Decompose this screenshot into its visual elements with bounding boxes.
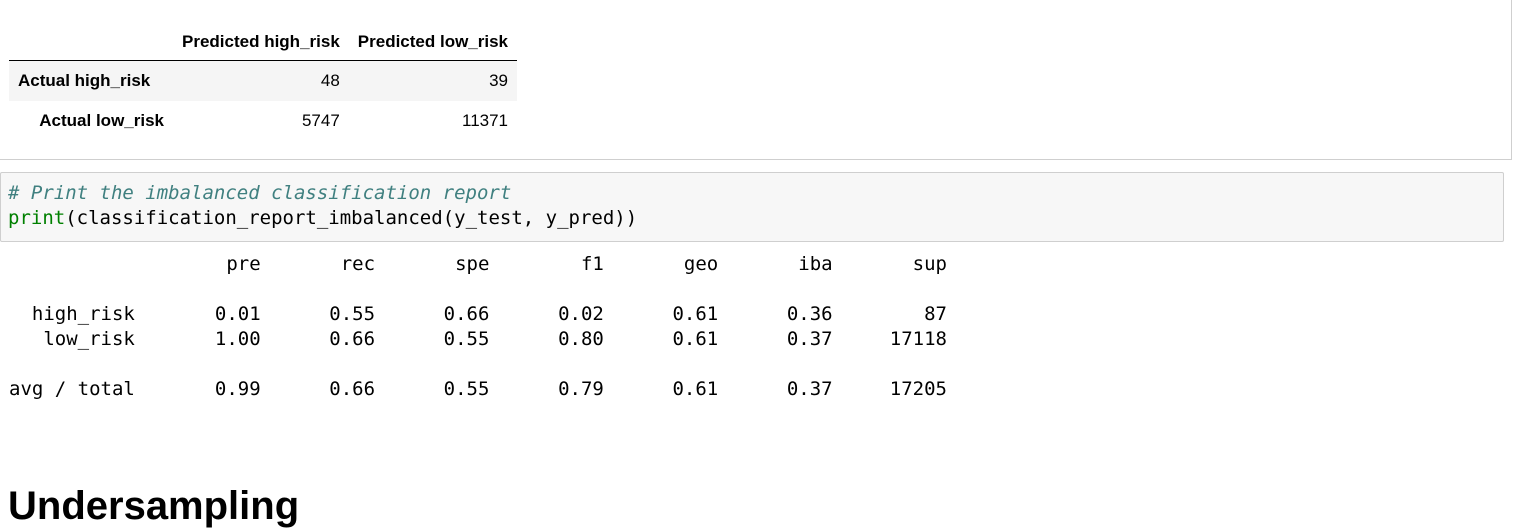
column-header: Predicted low_risk: [348, 23, 518, 61]
dataframe-output: Predicted high_risk Predicted low_risk A…: [0, 0, 1512, 160]
confusion-matrix-table: Predicted high_risk Predicted low_risk A…: [9, 23, 518, 141]
report-line-low-risk: low_risk 1.00 0.66 0.55 0.80 0.61 0.37 1…: [9, 328, 947, 350]
code-input-cell[interactable]: # Print the imbalanced classification re…: [0, 172, 1504, 242]
report-line-avg-total: avg / total 0.99 0.66 0.55 0.79 0.61 0.3…: [9, 378, 947, 400]
table-row: Actual low_risk 5747 11371: [9, 101, 517, 141]
table-cell: 5747: [301, 111, 340, 130]
section-heading: Undersampling: [8, 484, 300, 528]
table-cell: 48: [320, 71, 340, 90]
row-header: Actual low_risk: [39, 111, 164, 130]
table-cell: 39: [489, 71, 509, 90]
report-line-high-risk: high_risk 0.01 0.55 0.66 0.02 0.61 0.36 …: [9, 303, 947, 325]
report-blank-line: [9, 352, 947, 377]
table-row: Actual high_risk 48 39: [9, 60, 518, 101]
classification-report-output: pre rec spe f1 geo iba sup high_risk 0.0…: [9, 252, 947, 402]
code-builtin: print: [8, 207, 66, 229]
code-expression: (classification_report_imbalanced(y_test…: [65, 207, 638, 229]
report-blank-line: [9, 277, 947, 302]
table-cell: 11371: [462, 111, 509, 130]
code-comment: # Print the imbalanced classification re…: [8, 182, 512, 204]
table-header-row: Predicted high_risk Predicted low_risk: [9, 23, 518, 61]
row-header: Actual high_risk: [18, 71, 151, 90]
report-header-line: pre rec spe f1 geo iba sup: [9, 253, 947, 275]
table-corner-cell: [9, 23, 173, 61]
column-header: Predicted high_risk: [173, 23, 349, 61]
